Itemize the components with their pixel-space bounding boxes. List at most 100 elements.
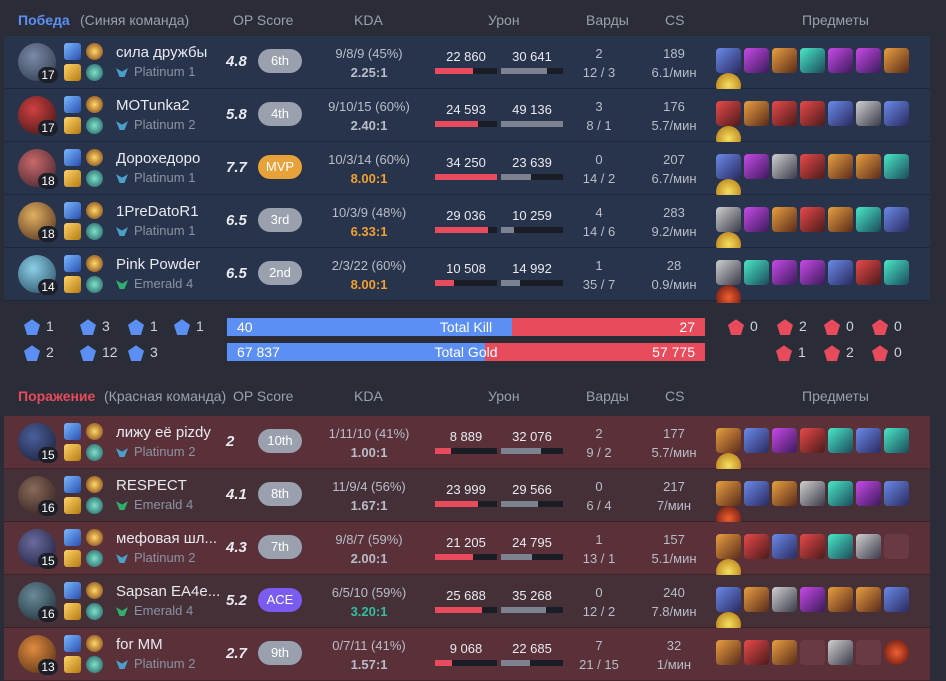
item-slot-icon[interactable] (716, 48, 741, 73)
player-row[interactable]: 15 лижу её pizdy Platinum 2 2 10th 1/11/10 (4… (4, 416, 930, 478)
item-slot-icon[interactable] (884, 587, 909, 612)
item-slot-icon[interactable] (856, 207, 881, 232)
item-slot-icon[interactable] (744, 207, 769, 232)
item-slot-icon[interactable] (856, 48, 881, 73)
column-cs: CS (665, 388, 685, 404)
item-slot-icon[interactable] (828, 48, 853, 73)
item-slot-icon[interactable] (800, 154, 825, 179)
item-slot-icon[interactable] (856, 481, 881, 506)
item-slot-icon[interactable] (744, 154, 769, 179)
item-slot-icon[interactable] (716, 587, 741, 612)
item-slot-icon[interactable] (772, 428, 797, 453)
player-name[interactable]: Pink Powder (116, 256, 200, 273)
item-slot-icon[interactable] (828, 640, 853, 665)
item-slot-icon[interactable] (744, 260, 769, 285)
damage-taken-bar (501, 554, 563, 560)
item-slot-icon[interactable] (772, 48, 797, 73)
player-name[interactable]: Sapsan EA4e... (116, 583, 220, 600)
item-slot-icon[interactable] (800, 534, 825, 559)
item-slot-icon[interactable] (800, 640, 825, 665)
item-slot-icon[interactable] (828, 534, 853, 559)
item-slot-icon[interactable] (744, 587, 769, 612)
player-row[interactable]: 17 MOTunka2 Platinum 2 5.8 4th 9/10/15 (60%) 2… (4, 89, 930, 151)
op-score: 5.8 (226, 106, 247, 123)
item-slot-icon[interactable] (744, 101, 769, 126)
player-row[interactable]: 18 1PreDatoR1 Platinum 1 6.5 3rd 10/3/9 (48%)… (4, 195, 930, 257)
item-slot-icon[interactable] (772, 640, 797, 665)
item-slot-icon[interactable] (716, 101, 741, 126)
item-slot-icon[interactable] (716, 428, 741, 453)
item-slot-icon[interactable] (744, 48, 769, 73)
item-slot-icon[interactable] (744, 428, 769, 453)
item-slot-icon[interactable] (744, 481, 769, 506)
item-slot-icon[interactable] (744, 640, 769, 665)
player-name[interactable]: RESPECT (116, 477, 187, 494)
player-name[interactable]: Дорохедоро (116, 150, 200, 167)
player-row[interactable]: 15 мефовая шл... Platinum 2 4.3 7th 9/8/7 (59… (4, 522, 930, 584)
item-slot-icon[interactable] (772, 534, 797, 559)
item-slot-icon[interactable] (800, 481, 825, 506)
item-slot-icon[interactable] (884, 154, 909, 179)
player-name[interactable]: мефовая шл... (116, 530, 217, 547)
item-slot-icon[interactable] (828, 207, 853, 232)
item-slot-icon[interactable] (884, 534, 909, 559)
player-row[interactable]: 17 сила дружбы Platinum 1 4.8 6th 9/8/9 (45%)… (4, 36, 930, 98)
item-slot-icon[interactable] (716, 534, 741, 559)
item-slot-icon[interactable] (716, 481, 741, 506)
item-slot-icon[interactable] (828, 154, 853, 179)
item-slot-icon[interactable] (744, 534, 769, 559)
item-slot-icon[interactable] (856, 587, 881, 612)
item-slot-icon[interactable] (772, 587, 797, 612)
item-slot-icon[interactable] (828, 101, 853, 126)
player-name[interactable]: 1PreDatoR1 (116, 203, 199, 220)
op-rank-badge: 4th (258, 102, 302, 126)
item-slot-icon[interactable] (828, 428, 853, 453)
item-slot-icon[interactable] (856, 640, 881, 665)
item-slot-icon[interactable] (716, 640, 741, 665)
item-slot-icon[interactable] (884, 640, 909, 665)
item-slot-icon[interactable] (772, 260, 797, 285)
damage-dealt-bar (435, 227, 497, 233)
item-slot-icon[interactable] (772, 101, 797, 126)
item-slot-icon[interactable] (800, 428, 825, 453)
item-slot-icon[interactable] (856, 101, 881, 126)
player-name[interactable]: for MM (116, 636, 163, 653)
item-slot-icon[interactable] (716, 260, 741, 285)
player-name[interactable]: лижу её pizdy (116, 424, 211, 441)
item-slot-icon[interactable] (884, 428, 909, 453)
item-slot-icon[interactable] (884, 101, 909, 126)
item-slot-icon[interactable] (828, 587, 853, 612)
player-row[interactable]: 16 RESPECT Emerald 4 4.1 8th 11/9/4 (56%) 1.67… (4, 469, 930, 531)
item-slot-icon[interactable] (856, 428, 881, 453)
player-row[interactable]: 13 for MM Platinum 2 2.7 9th 0/7/11 (41%) 1.57… (4, 628, 930, 681)
item-slot-icon[interactable] (884, 481, 909, 506)
item-slot-icon[interactable] (884, 48, 909, 73)
item-slot-icon[interactable] (716, 154, 741, 179)
item-slot-icon[interactable] (828, 260, 853, 285)
champion-level: 15 (38, 553, 58, 569)
creep-score: 28 (666, 258, 682, 273)
control-wards: 0 (595, 585, 603, 600)
item-slot-icon[interactable] (772, 207, 797, 232)
item-slot-icon[interactable] (716, 207, 741, 232)
player-row[interactable]: 14 Pink Powder Emerald 4 6.5 2nd 2/3/22 (60%)… (4, 248, 930, 310)
player-name[interactable]: сила дружбы (116, 44, 207, 61)
player-name[interactable]: MOTunka2 (116, 97, 190, 114)
item-slot-icon[interactable] (856, 154, 881, 179)
item-slot-icon[interactable] (884, 207, 909, 232)
item-slot-icon[interactable] (884, 260, 909, 285)
item-slot-icon[interactable] (828, 481, 853, 506)
item-slot-icon[interactable] (856, 534, 881, 559)
damage-dealt-fill (435, 227, 488, 233)
item-slot-icon[interactable] (800, 587, 825, 612)
item-slot-icon[interactable] (772, 154, 797, 179)
player-row[interactable]: 16 Sapsan EA4e... Emerald 4 5.2 ACE 6/5/10 (5… (4, 575, 930, 637)
item-slot-icon[interactable] (856, 260, 881, 285)
item-slot-icon[interactable] (800, 48, 825, 73)
item-slot-icon[interactable] (800, 260, 825, 285)
item-slot-icon[interactable] (772, 481, 797, 506)
item-slot-icon[interactable] (800, 101, 825, 126)
player-row[interactable]: 18 Дорохедоро Platinum 1 7.7 MVP 10/3/14 (60%… (4, 142, 930, 204)
keystone-rune-icon (86, 582, 103, 599)
item-slot-icon[interactable] (800, 207, 825, 232)
